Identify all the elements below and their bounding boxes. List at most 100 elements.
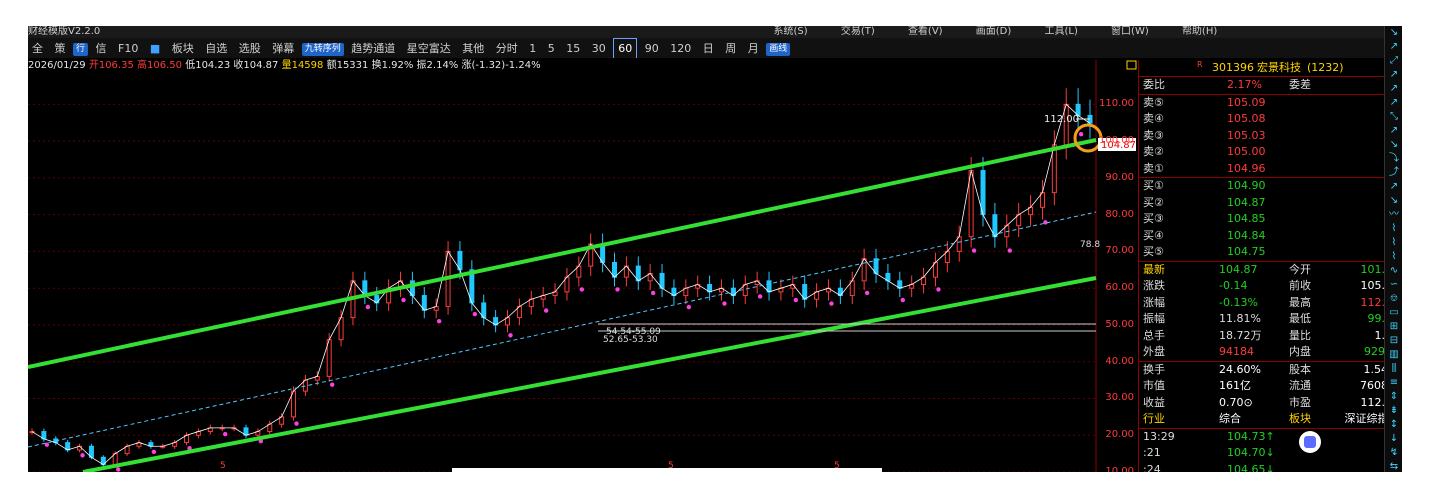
drawing-tool-icon[interactable]: ≡ xyxy=(1385,376,1402,390)
drawing-tool-icon[interactable]: ↘ xyxy=(1385,26,1402,40)
tb-info[interactable]: 信 xyxy=(92,39,111,58)
bid-label: 买① xyxy=(1143,179,1164,192)
tb-all[interactable]: 全 xyxy=(28,39,47,58)
stat-label-2: 内盘 xyxy=(1289,345,1311,358)
drawing-tool-icon[interactable]: ⊞ xyxy=(1385,320,1402,334)
drawing-tool-icon[interactable]: ↓ xyxy=(1385,432,1402,446)
signal-marker xyxy=(365,304,371,310)
drawing-tool-icon[interactable]: ∽ xyxy=(1385,278,1402,292)
menu-window[interactable]: 窗口(W) xyxy=(1111,26,1149,37)
ask-price: 104.96 xyxy=(1227,161,1266,175)
stat-row: 振幅11.81%最低99.60 xyxy=(1139,311,1402,328)
menu-trade[interactable]: 交易(T) xyxy=(841,26,875,37)
drawing-tool-icon[interactable]: 〰 xyxy=(1385,208,1402,222)
tb-30m[interactable]: 30 xyxy=(588,39,610,58)
drawing-tool-icon[interactable]: ⌇ xyxy=(1385,236,1402,250)
stat2-row: 换手 24.60% 股本 1.54亿 xyxy=(1139,362,1402,379)
menu-view[interactable]: 查看(V) xyxy=(908,26,943,37)
signal-marker xyxy=(650,290,656,296)
stock-header: R 301396 宏景科技 (1232) xyxy=(1139,60,1402,76)
menu-system[interactable]: 系统(S) xyxy=(773,26,807,37)
channel-mid-line[interactable] xyxy=(28,211,1097,448)
title-bar: 财经模版V2.2.0 系统(S) 交易(T) 查看(V) 画面(D) 工具(L)… xyxy=(28,26,1402,38)
drawing-tool-icon[interactable]: ⎊ xyxy=(1385,292,1402,306)
drawing-tool-icon[interactable]: ⇕ xyxy=(1385,390,1402,404)
signal-marker xyxy=(757,294,763,299)
tb-watchlist[interactable]: 自选 xyxy=(201,39,231,58)
tick-price: 104.73↑ xyxy=(1227,429,1275,443)
drawing-tool-icon[interactable]: ⤢ xyxy=(1385,54,1402,68)
share-float-button[interactable] xyxy=(1299,431,1321,453)
stat2-label-2: 流通 xyxy=(1289,379,1311,392)
tick-time: 13:29 xyxy=(1143,429,1175,443)
drawing-tool-icon[interactable]: ⤵ xyxy=(1385,152,1402,166)
bid-label: 买④ xyxy=(1143,228,1164,242)
tb-nine-seq[interactable]: 九转序列 xyxy=(301,42,344,56)
drawing-tool-icon[interactable]: ↕ xyxy=(1385,418,1402,432)
drawing-tool-icon[interactable]: ⌇ xyxy=(1385,222,1402,236)
menu-help[interactable]: 帮助(H) xyxy=(1182,26,1217,37)
bid-row: 买①104.901 xyxy=(1139,178,1402,195)
drawing-tool-icon[interactable]: ⇆ xyxy=(1385,460,1402,472)
drawing-tool-icon[interactable]: ▭ xyxy=(1385,306,1402,320)
stat2-row: 收益 0.70⊙ 市盈 112.30 xyxy=(1139,395,1402,412)
bid-label: 买③ xyxy=(1143,212,1164,225)
tb-day[interactable]: 日 xyxy=(699,39,718,58)
drawing-tool-icon[interactable]: ↗ xyxy=(1385,180,1402,194)
tb-strategy[interactable]: 策 xyxy=(51,39,70,58)
tb-month[interactable]: 月 xyxy=(744,39,763,58)
axis-tick-label: 100.00 xyxy=(1099,135,1134,147)
tb-60m[interactable]: 60 xyxy=(613,38,638,58)
channel-lower-line[interactable] xyxy=(82,276,1097,472)
ask-book: 卖⑤105.0910卖④105.082卖③105.034卖②105.0014卖①… xyxy=(1139,93,1402,178)
stat-label: 外盘 xyxy=(1143,345,1165,358)
tb-f10[interactable]: F10 xyxy=(114,39,142,58)
kline-chart[interactable]: 54.54-55.09 52.65-53.30 112.00 78.8 104.… xyxy=(28,60,1138,472)
stat-value: 18.72万 xyxy=(1219,328,1262,342)
tb-5m[interactable]: 5 xyxy=(544,39,559,58)
drawing-tool-icon[interactable]: ⤴ xyxy=(1385,166,1402,180)
tb-120m[interactable]: 120 xyxy=(666,39,695,58)
stock-count: (1232) xyxy=(1307,61,1344,74)
drawing-tool-icon[interactable]: ↗ xyxy=(1385,96,1402,110)
tb-draw-line[interactable]: 画线 xyxy=(766,42,791,56)
signal-marker xyxy=(223,431,228,437)
tb-square-icon[interactable]: ■ xyxy=(146,39,164,58)
menu-tools[interactable]: 工具(L) xyxy=(1044,26,1077,37)
tb-other[interactable]: 其他 xyxy=(458,39,488,58)
drawing-tool-icon[interactable]: ↯ xyxy=(1385,446,1402,460)
tb-star[interactable]: 星空富达 xyxy=(403,39,455,58)
tb-90m[interactable]: 90 xyxy=(641,39,663,58)
drawing-tool-icon[interactable]: ▥ xyxy=(1385,348,1402,362)
stat-value: -0.14 xyxy=(1219,279,1248,292)
tb-trend-channel[interactable]: 趋势通道 xyxy=(347,39,399,58)
menu-screen[interactable]: 画面(D) xyxy=(976,26,1012,37)
tb-intraday[interactable]: 分时 xyxy=(492,39,522,58)
drawing-tool-icon[interactable]: ⇟ xyxy=(1385,404,1402,418)
drawing-tool-icon[interactable]: ↘ xyxy=(1385,194,1402,208)
drawing-tool-icon[interactable]: ↘ xyxy=(1385,138,1402,152)
tick-time: :24 xyxy=(1143,462,1161,473)
tb-quote[interactable]: 行 xyxy=(73,42,89,56)
tb-sector[interactable]: 板块 xyxy=(168,39,198,58)
drawing-tool-icon[interactable]: ↗ xyxy=(1385,124,1402,138)
drawing-tool-icon[interactable]: ⌇ xyxy=(1385,250,1402,264)
tb-stock-pick[interactable]: 选股 xyxy=(235,39,265,58)
drawing-tool-icon[interactable]: ↗ xyxy=(1385,40,1402,54)
stat-row: 涨幅 -0.13% 最高 112.00 xyxy=(1139,295,1402,312)
tb-1m[interactable]: 1 xyxy=(525,39,540,58)
tb-week[interactable]: 周 xyxy=(721,39,740,58)
marker-5-a: 5 xyxy=(220,461,226,471)
tick-price: 104.70↓ xyxy=(1227,446,1275,459)
drawing-tool-icon[interactable]: ⊟ xyxy=(1385,334,1402,348)
stat-label: 总手 xyxy=(1143,328,1165,342)
drawing-tool-icon[interactable]: ⫼ xyxy=(1385,362,1402,376)
drawing-tool-icon[interactable]: ↗ xyxy=(1385,82,1402,96)
tb-danmaku[interactable]: 弹幕 xyxy=(268,39,298,58)
tb-15m[interactable]: 15 xyxy=(562,39,584,58)
stat-label: 涨跌 xyxy=(1143,279,1165,292)
drawing-tool-icon[interactable]: ⤡ xyxy=(1385,110,1402,124)
drawing-tool-icon[interactable]: ↗ xyxy=(1385,68,1402,82)
stat2-label: 市值 xyxy=(1143,379,1165,392)
drawing-tool-icon[interactable]: ∿ xyxy=(1385,264,1402,278)
